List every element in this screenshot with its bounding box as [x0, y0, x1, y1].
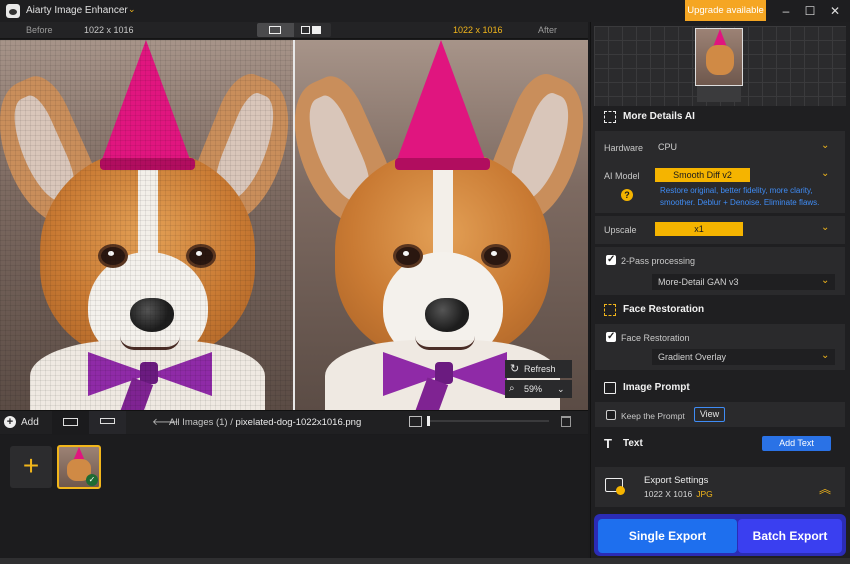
zoom-dropdown[interactable]: ⌕ 59% ⌄	[505, 380, 572, 398]
compare-divider-handle[interactable]	[293, 40, 295, 410]
keep-prompt-label: Keep the Prompt	[621, 411, 685, 421]
chevron-down-icon: ⌄	[821, 140, 830, 151]
refresh-icon: ↻	[510, 363, 520, 375]
single-export-button[interactable]: Single Export	[598, 519, 737, 553]
before-dimensions: 1022 x 1016	[84, 25, 134, 35]
export-settings-title: Export Settings	[644, 475, 709, 486]
text-icon: T	[604, 436, 612, 451]
add-icon[interactable]: +	[4, 416, 16, 428]
upscale-dropdown[interactable]: x1	[655, 222, 743, 236]
after-image	[295, 40, 588, 410]
split-view-button[interactable]	[257, 23, 294, 37]
batch-export-button[interactable]: Batch Export	[738, 519, 842, 553]
face-restoration-section-title: Face Restoration	[595, 300, 845, 320]
status-bar	[0, 558, 850, 564]
preview-controls: ↻ Refresh ⌕ 59% ⌄	[505, 360, 572, 400]
split-view-icon	[269, 26, 281, 34]
ai-model-dropdown[interactable]: Smooth Diff v2	[655, 168, 750, 182]
gear-icon	[616, 486, 625, 495]
export-dimensions: 1022 X 1016 JPG	[644, 489, 713, 499]
slider-handle[interactable]	[427, 416, 430, 426]
export-settings[interactable]	[595, 467, 845, 507]
grid-icon	[63, 418, 78, 426]
chevron-down-icon[interactable]: ⌄	[821, 168, 829, 179]
hardware-dropdown[interactable]: CPU	[652, 139, 835, 155]
chevron-down-icon[interactable]: ⌄	[821, 222, 829, 233]
image-prompt-section-title: Image Prompt	[595, 378, 845, 398]
more-details-section-title: More Details AI	[595, 107, 845, 127]
refresh-button[interactable]: ↻ Refresh	[505, 360, 572, 378]
strip-icon	[100, 418, 115, 424]
breadcrumb-separator: /	[230, 417, 233, 428]
chevron-down-icon[interactable]: ⌄	[128, 4, 136, 15]
ai-model-label: AI Model	[604, 171, 640, 181]
keep-prompt-checkbox[interactable]	[606, 410, 616, 420]
upscale-label: Upscale	[604, 225, 637, 235]
navigator-thumbnail[interactable]	[695, 28, 743, 86]
export-format: JPG	[696, 489, 713, 499]
app-logo-icon	[6, 4, 20, 18]
side-by-side-view-button[interactable]	[294, 23, 331, 37]
grid-view-button[interactable]	[52, 411, 89, 434]
add-images-button[interactable]: Add	[21, 417, 39, 428]
breadcrumb-root[interactable]: All Images (1)	[169, 417, 228, 428]
face-restoration-checkbox[interactable]	[606, 331, 616, 342]
two-pass-label: 2-Pass processing	[621, 256, 696, 266]
two-pass-model-dropdown[interactable]: More-Detail GAN v3	[652, 274, 835, 290]
zoom-icon: ⌕	[509, 383, 515, 394]
chevron-down-icon[interactable]: ⌄	[821, 350, 829, 361]
document-icon	[604, 382, 616, 394]
enhance-icon	[604, 111, 616, 123]
maximize-icon[interactable]: ☐	[800, 3, 820, 19]
before-label: Before	[26, 25, 53, 35]
upgrade-button[interactable]: Upgrade available	[685, 0, 766, 21]
trash-icon[interactable]	[561, 416, 571, 427]
refresh-label: Refresh	[524, 364, 556, 374]
face-restoration-label: Face Restoration	[621, 333, 690, 343]
help-icon[interactable]: ?	[621, 189, 633, 201]
side-by-side-icon	[301, 26, 310, 34]
view-prompt-button[interactable]: View	[694, 407, 725, 422]
image-size-icon	[409, 416, 422, 427]
strip-view-button[interactable]	[89, 411, 126, 434]
add-image-tile[interactable]: +	[10, 446, 52, 488]
thumbnail-size-slider[interactable]	[427, 420, 549, 422]
face-scan-icon	[604, 304, 616, 316]
chevron-down-icon: ⌄	[557, 384, 565, 394]
after-label: After	[538, 25, 558, 35]
hardware-label: Hardware	[604, 143, 644, 153]
breadcrumb: All Images (1) / pixelated-dog-1022x1016…	[169, 417, 361, 428]
ai-model-description: Restore original, better fidelity, more …	[660, 186, 820, 207]
face-mode-dropdown[interactable]: Gradient Overlay	[652, 349, 835, 365]
after-dimensions: 1022 x 1016	[453, 25, 503, 35]
zoom-level: 59%	[524, 384, 543, 394]
before-image	[0, 40, 293, 410]
app-title: Aiarty Image Enhancer	[26, 5, 128, 16]
add-text-button[interactable]: Add Text	[762, 436, 831, 451]
chevron-double-up-icon[interactable]: ︽	[819, 480, 831, 497]
minimize-icon[interactable]: –	[776, 3, 796, 19]
two-pass-checkbox[interactable]	[606, 254, 616, 265]
chevron-down-icon[interactable]: ⌄	[821, 275, 829, 286]
check-icon: ✓	[86, 474, 98, 486]
close-icon[interactable]: ✕	[825, 3, 845, 19]
breadcrumb-file: pixelated-dog-1022x1016.png	[235, 417, 362, 428]
